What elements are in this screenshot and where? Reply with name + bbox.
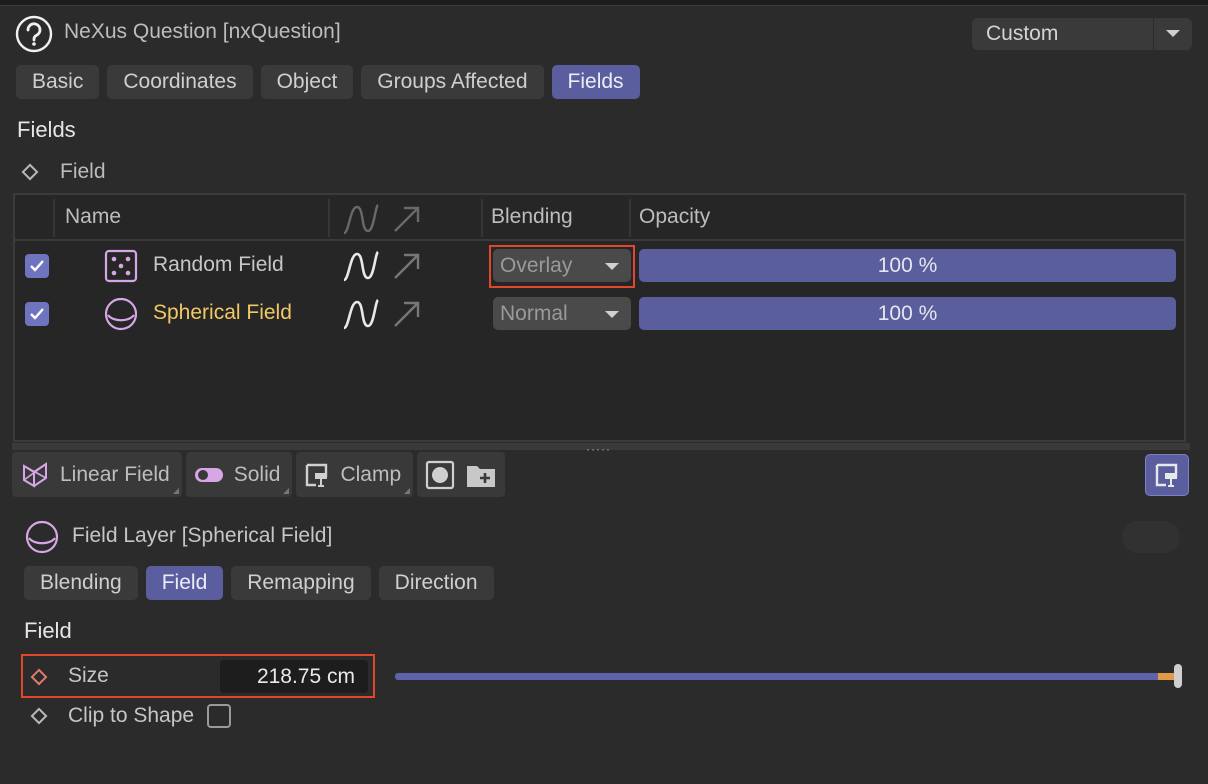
header-direction-icon bbox=[394, 206, 420, 232]
column-header-name[interactable]: Name bbox=[65, 205, 121, 229]
submenu-indicator bbox=[283, 488, 290, 494]
keyframe-diamond-icon[interactable] bbox=[21, 163, 39, 181]
field-layer-title: Field Layer [Spherical Field] bbox=[72, 524, 333, 547]
grip-dots-icon[interactable]: ····· bbox=[586, 442, 611, 456]
opacity-field[interactable]: 100 % bbox=[639, 249, 1176, 282]
field-layer-tabs: Blending Field Remapping Direction bbox=[24, 566, 494, 600]
field-list-header: Name Blending Opacity bbox=[15, 195, 1184, 241]
field-name[interactable]: Random Field bbox=[153, 253, 284, 277]
header-curve-icon bbox=[343, 204, 380, 235]
size-label: Size bbox=[68, 664, 109, 687]
top-border bbox=[0, 0, 1208, 6]
section-title-fields: Fields bbox=[17, 117, 76, 142]
layer-toggle[interactable] bbox=[1122, 521, 1180, 553]
blending-dropdown[interactable]: Overlay bbox=[493, 249, 631, 282]
tab-direction[interactable]: Direction bbox=[378, 566, 494, 600]
preset-label: Custom bbox=[972, 18, 1154, 50]
column-separator bbox=[328, 199, 330, 237]
add-folder-icon[interactable] bbox=[465, 461, 497, 489]
field-name[interactable]: Spherical Field bbox=[153, 301, 292, 325]
add-clamp-button[interactable]: Clamp bbox=[296, 452, 414, 497]
dropdown-arrow-icon bbox=[605, 263, 619, 270]
blending-value: Normal bbox=[500, 302, 568, 325]
size-slider[interactable] bbox=[395, 673, 1178, 680]
tab-blending[interactable]: Blending bbox=[24, 566, 138, 600]
tab-fields[interactable]: Fields bbox=[551, 65, 640, 99]
tab-basic[interactable]: Basic bbox=[16, 65, 100, 99]
size-input[interactable]: 218.75 cm bbox=[220, 660, 368, 693]
submenu-indicator bbox=[172, 488, 179, 494]
add-solid-button[interactable]: Solid bbox=[185, 452, 293, 497]
tab-field[interactable]: Field bbox=[145, 566, 224, 600]
layer-tools-group bbox=[417, 452, 506, 497]
remap-curve-icon[interactable] bbox=[341, 248, 381, 284]
blending-value: Overlay bbox=[500, 254, 573, 277]
solid-toggle-icon bbox=[194, 466, 224, 484]
enable-checkbox[interactable] bbox=[25, 254, 49, 278]
dropdown-arrow-icon bbox=[605, 311, 619, 318]
attribute-tabs: Basic Coordinates Object Groups Affected… bbox=[16, 65, 640, 99]
field-param-label: Field bbox=[60, 160, 106, 183]
column-separator bbox=[629, 199, 631, 237]
clamp-icon bbox=[304, 462, 330, 488]
clamp-icon bbox=[1155, 463, 1178, 487]
field-toolbar: Linear Field Solid Clamp bbox=[12, 452, 506, 497]
direction-arrow-icon[interactable] bbox=[391, 298, 423, 330]
blending-dropdown[interactable]: Normal bbox=[493, 297, 631, 330]
clip-to-shape-checkbox[interactable] bbox=[207, 704, 231, 728]
tab-remapping[interactable]: Remapping bbox=[231, 566, 371, 600]
field-row-spherical[interactable]: Spherical Field Normal 100 % bbox=[15, 290, 1184, 336]
remap-curve-icon[interactable] bbox=[341, 296, 381, 332]
clamp-toggle-button[interactable] bbox=[1145, 454, 1189, 496]
tab-coordinates[interactable]: Coordinates bbox=[107, 65, 253, 99]
linear-field-icon bbox=[20, 460, 50, 490]
column-header-blending[interactable]: Blending bbox=[491, 205, 573, 229]
tab-object[interactable]: Object bbox=[260, 65, 354, 99]
record-layer-icon[interactable] bbox=[425, 460, 455, 490]
linear-field-label: Linear Field bbox=[60, 462, 170, 486]
dice-icon bbox=[104, 249, 138, 283]
clip-to-shape-label: Clip to Shape bbox=[68, 704, 195, 727]
column-separator bbox=[481, 199, 483, 237]
column-separator bbox=[53, 199, 55, 237]
chevron-down-icon[interactable] bbox=[1154, 18, 1192, 50]
direction-arrow-icon[interactable] bbox=[391, 250, 423, 282]
field-row-random[interactable]: Random Field Overlay 100 % bbox=[15, 242, 1184, 288]
help-icon[interactable] bbox=[15, 15, 53, 53]
field-list: Name Blending Opacity Random Field Overl… bbox=[13, 193, 1186, 442]
column-header-opacity[interactable]: Opacity bbox=[639, 205, 710, 229]
sphere-icon bbox=[104, 297, 138, 331]
opacity-field[interactable]: 100 % bbox=[639, 297, 1176, 330]
add-linear-field-button[interactable]: Linear Field bbox=[12, 452, 182, 497]
keyframe-diamond-icon[interactable] bbox=[30, 707, 48, 725]
submenu-indicator bbox=[404, 488, 411, 494]
clamp-label: Clamp bbox=[340, 462, 402, 486]
section-title-field: Field bbox=[24, 618, 72, 643]
tab-groups-affected[interactable]: Groups Affected bbox=[361, 65, 544, 99]
preset-dropdown[interactable]: Custom bbox=[972, 18, 1192, 50]
solid-label: Solid bbox=[233, 462, 281, 486]
enable-checkbox[interactable] bbox=[25, 302, 49, 326]
object-title: NeXus Question [nxQuestion] bbox=[64, 20, 341, 43]
slider-thumb[interactable] bbox=[1174, 664, 1182, 688]
sphere-icon bbox=[25, 520, 59, 554]
